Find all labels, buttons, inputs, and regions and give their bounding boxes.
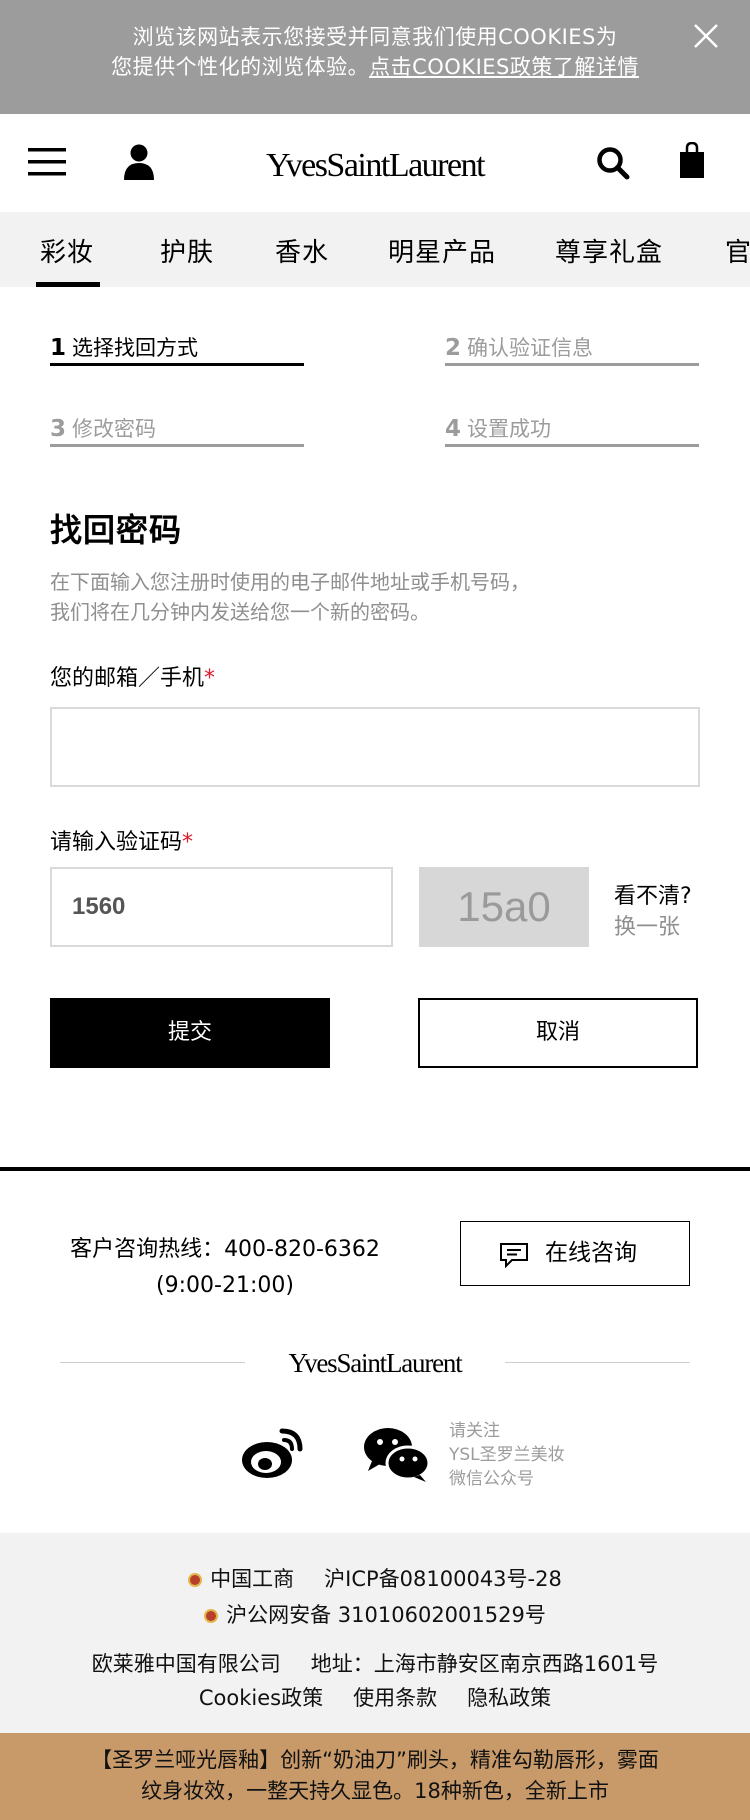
step-label: 设置成功 <box>467 417 552 441</box>
ysl-logo[interactable]: YvesSaintLaurent <box>236 138 514 190</box>
nav-item-official[interactable]: 官 <box>725 232 750 269</box>
hotline-hours: (9:00-21:00) <box>156 1273 294 1298</box>
required-mark: * <box>182 830 194 855</box>
step-4: 4 设置成功 <box>445 413 699 447</box>
nav-active-indicator <box>36 282 100 287</box>
cookie-banner: 浏览该网站表示您接受并同意我们使用COOKIES为 您提供个性化的浏览体验。点击… <box>0 0 750 114</box>
legal-footer: 中国工商 沪ICP备08100043号-28 沪公网安备 310106020015… <box>0 1533 750 1733</box>
company-row: 欧莱雅中国有限公司 地址：上海市静安区南京西路1601号 <box>0 1648 750 1678</box>
step-number: 3 <box>50 416 67 442</box>
footer-ysl-logo: YvesSaintLaurent <box>288 1348 464 1378</box>
svg-text:YvesSaintLaurent: YvesSaintLaurent <box>266 147 486 184</box>
nav-item-gift-boxes[interactable]: 尊享礼盒 <box>555 232 663 269</box>
privacy-link[interactable]: 隐私政策 <box>467 1686 551 1710</box>
promo-line-2: 纹身妆效，一整天持久显色。18种新色，全新上市 <box>141 1779 609 1803</box>
nav-item-makeup[interactable]: 彩妆 <box>40 232 94 269</box>
search-icon[interactable] <box>596 146 630 180</box>
captcha-refresh-link[interactable]: 换一张 <box>614 909 680 941</box>
hotline-number: 客户咨询热线：400-820-6362 <box>70 1237 380 1262</box>
shopping-bag-icon[interactable] <box>680 142 704 178</box>
wechat-follow-text: 请关注 YSL圣罗兰美妆 微信公众号 <box>449 1419 565 1491</box>
required-mark: * <box>204 666 216 691</box>
page-title: 找回密码 <box>50 511 183 549</box>
police-row: 沪公网安备 31010602001529号 <box>0 1599 750 1629</box>
online-consult-label: 在线咨询 <box>545 1240 637 1266</box>
step-2: 2 确认验证信息 <box>445 332 699 366</box>
icp-row: 中国工商 沪ICP备08100043号-28 <box>0 1563 750 1593</box>
step-number: 1 <box>50 335 67 361</box>
police-badge-icon <box>204 1609 219 1623</box>
step-label: 确认验证信息 <box>467 336 594 360</box>
promo-line-1: 【圣罗兰哑光唇釉】创新“奶油刀”刷头，精准勾勒唇形，雾面 <box>91 1748 659 1772</box>
wechat-icon[interactable] <box>362 1425 432 1483</box>
nav-item-fragrance[interactable]: 香水 <box>275 232 329 269</box>
captcha-unclear-text: 看不清? <box>614 884 692 909</box>
cookies-policy-link[interactable]: Cookies政策 <box>199 1686 323 1710</box>
nav-item-star-products[interactable]: 明星产品 <box>388 232 496 269</box>
promo-banner[interactable]: 【圣罗兰哑光唇釉】创新“奶油刀”刷头，精准勾勒唇形，雾面 纹身妆效，一整天持久显… <box>0 1733 750 1820</box>
policy-links: Cookies政策 使用条款 隐私政策 <box>0 1682 750 1712</box>
desc-line-2: 我们将在几分钟内发送给您一个新的密码。 <box>50 600 430 624</box>
cancel-button[interactable]: 取消 <box>418 998 698 1068</box>
close-icon[interactable] <box>692 22 720 50</box>
step-number: 4 <box>445 416 462 442</box>
cookie-text-line1: 浏览该网站表示您接受并同意我们使用COOKIES为 <box>132 25 618 49</box>
company-address: 地址：上海市静安区南京西路1601号 <box>310 1652 659 1676</box>
account-icon[interactable] <box>124 144 154 180</box>
company-name: 欧莱雅中国有限公司 <box>91 1652 281 1676</box>
terms-link[interactable]: 使用条款 <box>353 1686 437 1710</box>
code-label-text: 请输入验证码 <box>50 830 183 855</box>
icp-prefix[interactable]: 中国工商 <box>210 1567 294 1591</box>
police-record[interactable]: 沪公网安备 31010602001529号 <box>226 1603 546 1627</box>
menu-icon[interactable] <box>28 147 66 177</box>
step-label: 选择找回方式 <box>72 336 199 360</box>
cookie-policy-link[interactable]: 点击COOKIES政策了解详情 <box>369 55 639 79</box>
section-divider <box>0 1167 750 1171</box>
desc-line-1: 在下面输入您注册时使用的电子邮件地址或手机号码， <box>50 570 530 594</box>
footer-rule-left <box>60 1362 245 1363</box>
form-description: 在下面输入您注册时使用的电子邮件地址或手机号码， 我们将在几分钟内发送给您一个新… <box>50 567 530 627</box>
email-label: 您的邮箱／手机* <box>50 660 215 692</box>
svg-text:YvesSaintLaurent: YvesSaintLaurent <box>288 1348 463 1378</box>
online-consult-button[interactable]: 在线咨询 <box>460 1221 690 1286</box>
submit-button[interactable]: 提交 <box>50 998 330 1068</box>
captcha-image[interactable]: 15a0 <box>419 867 589 947</box>
customer-hotline: 客户咨询热线：400-820-6362 (9:00-21:00) <box>50 1232 400 1304</box>
aic-badge-icon <box>188 1573 203 1587</box>
nav-item-skincare[interactable]: 护肤 <box>160 232 214 269</box>
captcha-input[interactable] <box>50 867 393 947</box>
follow-line-1: 请关注 <box>449 1421 500 1441</box>
cookie-text-prefix: 您提供个性化的浏览体验。 <box>111 55 370 79</box>
step-number: 2 <box>445 335 462 361</box>
email-field[interactable] <box>50 707 700 787</box>
icp-number[interactable]: 沪ICP备08100043号-28 <box>324 1567 562 1591</box>
follow-line-3: 微信公众号 <box>449 1469 534 1489</box>
category-nav: 彩妆 护肤 香水 明星产品 尊享礼盒 官 <box>0 212 750 287</box>
email-label-text: 您的邮箱／手机 <box>50 666 205 691</box>
step-label: 修改密码 <box>72 417 157 441</box>
site-header: YvesSaintLaurent <box>0 114 750 212</box>
weibo-icon[interactable] <box>240 1425 306 1481</box>
chat-icon <box>500 1243 528 1268</box>
cookie-text-line2: 您提供个性化的浏览体验。点击COOKIES政策了解详情 <box>0 52 750 82</box>
step-1: 1 选择找回方式 <box>50 332 304 366</box>
follow-line-2: YSL圣罗兰美妆 <box>449 1445 565 1465</box>
footer-rule-right <box>505 1362 690 1363</box>
step-3: 3 修改密码 <box>50 413 304 447</box>
code-label: 请输入验证码* <box>50 824 193 856</box>
